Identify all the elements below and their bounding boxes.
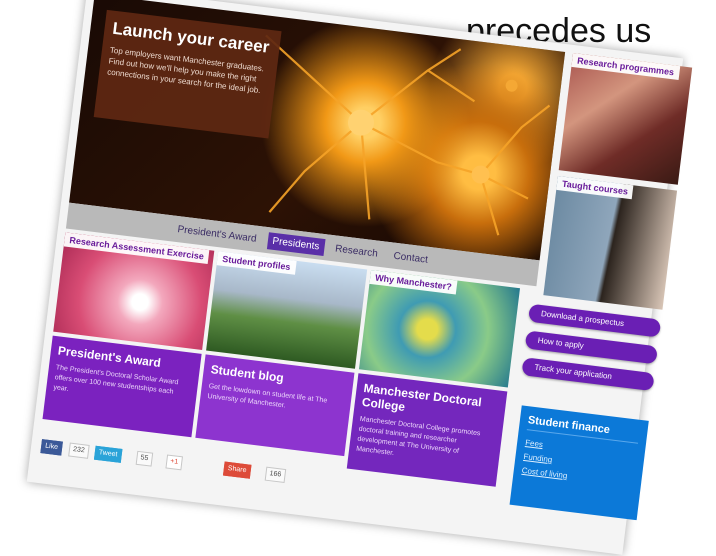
research-programmes-label: Research programmes bbox=[571, 52, 680, 80]
hero-nav-item-active[interactable]: Presidents bbox=[266, 231, 326, 256]
student-finance-panel: Student finance Fees Funding Cost of liv… bbox=[509, 405, 649, 521]
presidents-award-panel[interactable]: President's Award The President's Doctor… bbox=[42, 335, 202, 438]
hero-nav-item[interactable]: President's Award bbox=[172, 220, 263, 248]
quick-links: Download a prospectus How to apply Track… bbox=[520, 303, 662, 400]
tweet-button[interactable]: Tweet bbox=[93, 445, 123, 463]
google-plus-button[interactable]: +1 bbox=[165, 454, 183, 471]
research-programmes-card[interactable]: Research programmes bbox=[558, 52, 693, 185]
student-profiles-tile[interactable]: Student profiles bbox=[206, 251, 368, 369]
hero-caption-box: Launch your career Top employers want Ma… bbox=[93, 9, 282, 139]
tweet-count: 55 bbox=[135, 450, 154, 467]
share-count: 166 bbox=[264, 466, 286, 483]
taught-courses-label: Taught courses bbox=[556, 176, 634, 200]
doctoral-college-panel[interactable]: Manchester Doctoral College Manchester D… bbox=[346, 373, 508, 487]
share-button[interactable]: Share bbox=[222, 461, 252, 479]
research-assessment-tile[interactable]: Research Assessment Exercise bbox=[53, 232, 215, 350]
university-homepage: Launch your career Top employers want Ma… bbox=[26, 0, 693, 555]
facebook-count: 232 bbox=[68, 442, 90, 459]
hero-nav-item[interactable]: Research bbox=[329, 239, 383, 262]
hero-nav-item[interactable]: Contact bbox=[388, 247, 434, 269]
student-blog-panel[interactable]: Student blog Get the lowdown on student … bbox=[195, 354, 355, 457]
track-application-button[interactable]: Track your application bbox=[521, 357, 655, 392]
facebook-like-button[interactable]: Like bbox=[40, 439, 63, 456]
why-manchester-tile[interactable]: Why Manchester? bbox=[358, 269, 521, 388]
doctoral-college-text: Manchester Doctoral College promotes doc… bbox=[355, 415, 481, 458]
taught-courses-card[interactable]: Taught courses bbox=[543, 176, 678, 310]
